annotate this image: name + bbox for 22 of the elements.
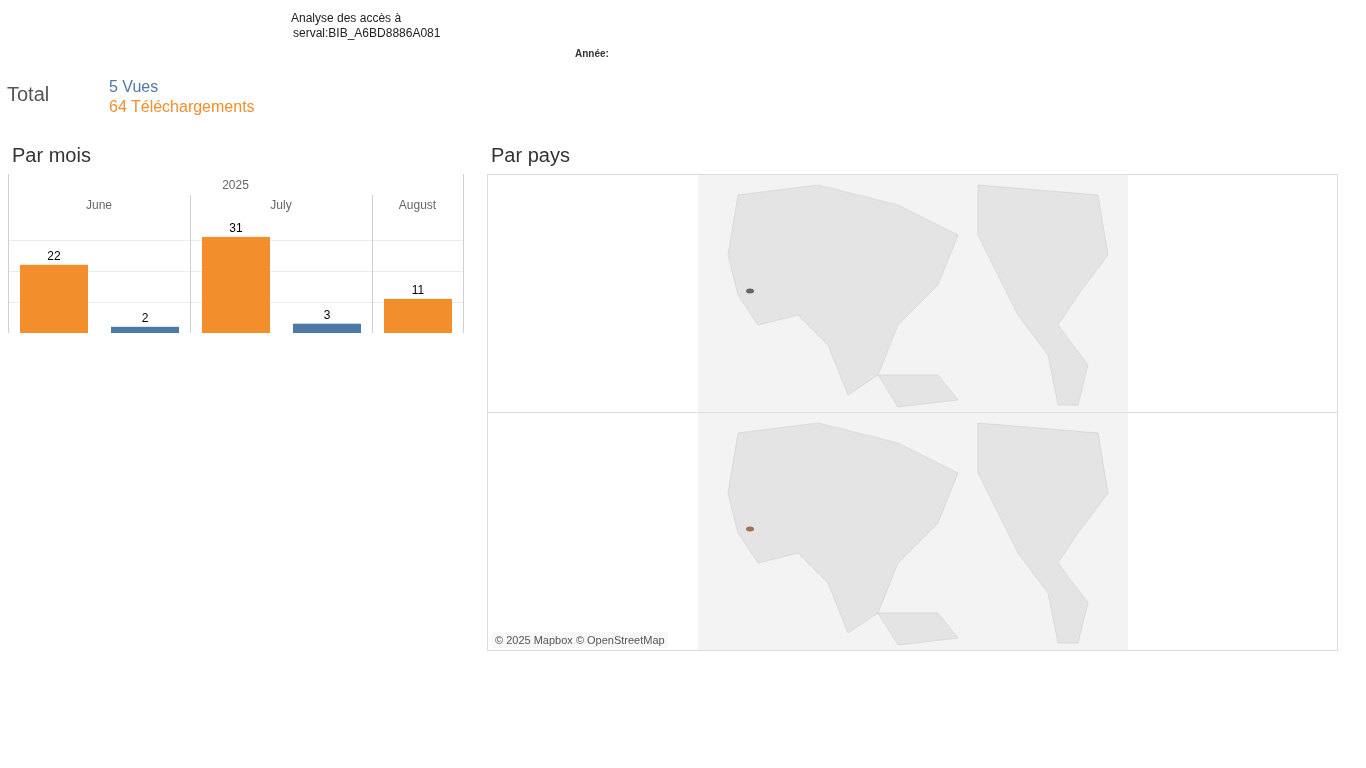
month-label: August [398, 198, 437, 212]
section-title: Par pays [490, 143, 571, 168]
month-label: July [270, 198, 292, 212]
bar [111, 326, 179, 333]
month-label: June [86, 198, 112, 212]
section-title: Par mois [11, 143, 92, 168]
views-total: 5 Vues [109, 77, 160, 97]
bar-value-label: 2 [141, 310, 149, 325]
bar-value-label: 11 [411, 282, 425, 297]
page-subtitle: serval:BIB_A6BD8886A081 [292, 26, 442, 41]
year-filter-label: Année: [575, 48, 609, 59]
map-attribution: © 2025 Mapbox © OpenStreetMap [492, 631, 668, 648]
total-label: Total [7, 82, 51, 107]
bar-value-label: 3 [323, 307, 331, 322]
bar-value-label: 31 [229, 220, 243, 235]
bar [384, 298, 452, 333]
bar-value-label: 22 [47, 248, 61, 263]
bar [20, 264, 88, 333]
page-title: Analyse des accès à [291, 11, 403, 26]
year-label: 2025 [222, 178, 249, 192]
bar [293, 323, 361, 333]
downloads-total: 64 Téléchargements [109, 97, 255, 117]
